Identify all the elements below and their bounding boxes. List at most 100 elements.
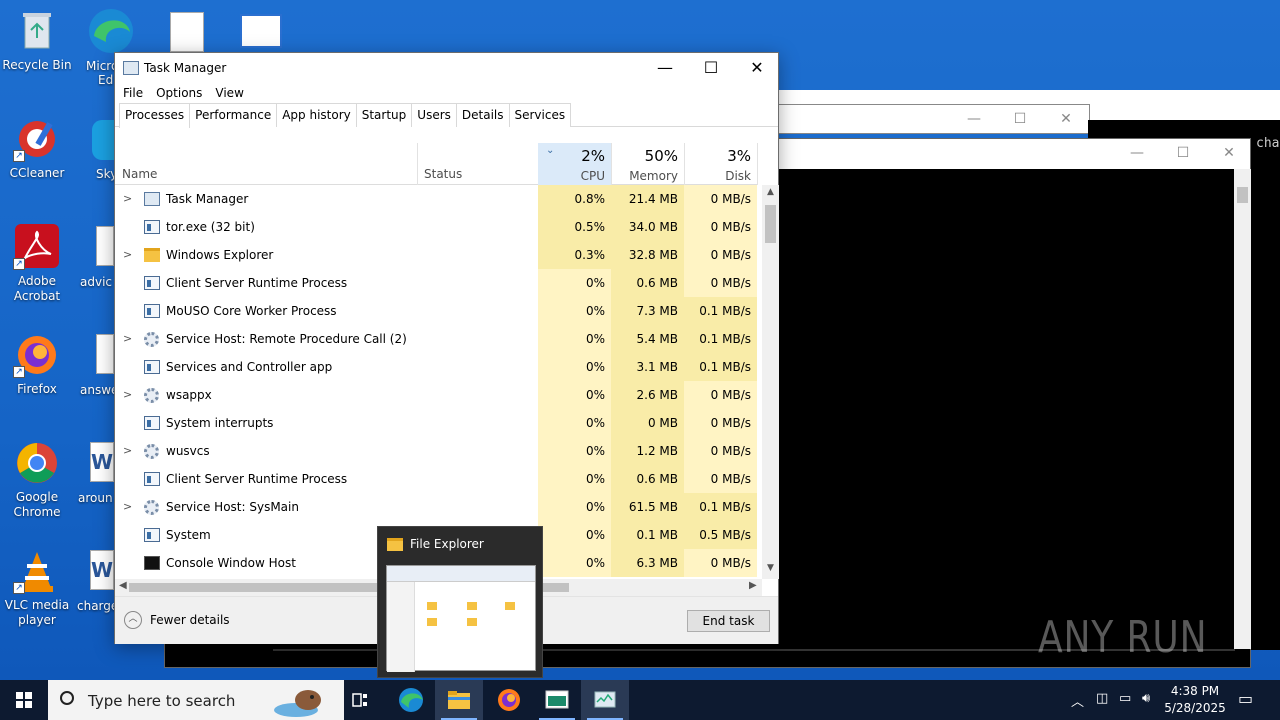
expand-chevron-icon[interactable]: > <box>123 192 132 205</box>
notifications-icon[interactable]: ▭ <box>1238 689 1253 708</box>
console-text: cha <box>1256 136 1280 151</box>
maximize-icon[interactable]: ☐ <box>1160 143 1206 165</box>
taskbar-file-explorer[interactable] <box>435 680 483 720</box>
scroll-right-icon[interactable]: ▶ <box>749 580 757 591</box>
column-header-name[interactable]: Name <box>122 167 157 181</box>
tab-startup[interactable]: Startup <box>355 103 413 127</box>
expand-chevron-icon[interactable]: > <box>123 500 132 513</box>
app-icon <box>144 528 160 542</box>
app-icon <box>144 416 160 430</box>
column-divider[interactable] <box>417 143 418 185</box>
skype-desktop-icon[interactable] <box>92 120 114 160</box>
task-view-icon <box>352 693 367 707</box>
show-hidden-icons-chevron-icon[interactable]: ︿ <box>1071 691 1084 710</box>
start-button[interactable] <box>0 680 48 720</box>
taskbar-search-box[interactable]: Type here to search <box>48 680 344 720</box>
scroll-thumb[interactable] <box>765 205 776 243</box>
console-scrollbar[interactable] <box>1234 169 1251 649</box>
menu-options[interactable]: Options <box>156 83 209 103</box>
table-row[interactable]: > wusvcs 0% 1.2 MB 0 MB/s <box>115 437 757 465</box>
scroll-thumb[interactable] <box>1237 187 1248 203</box>
desktop-icon-vlc[interactable]: ↗ VLC media player <box>1 548 73 628</box>
watermark-text: ANY RUN <box>1038 612 1208 663</box>
word-desktop-icon[interactable]: W <box>90 442 114 482</box>
process-name: Windows Explorer <box>166 248 274 262</box>
taskbar-console-app[interactable] <box>533 680 581 720</box>
table-row[interactable]: > Task Manager 0.8% 21.4 MB 0 MB/s <box>115 185 757 213</box>
tab-processes[interactable]: Processes <box>119 103 191 128</box>
table-row[interactable]: System interrupts 0% 0 MB 0 MB/s <box>115 409 757 437</box>
title-bar[interactable]: Task Manager — ☐ ✕ <box>115 53 778 83</box>
minimize-icon[interactable]: — <box>951 109 997 131</box>
thumbnail-preview[interactable] <box>386 565 536 672</box>
table-row[interactable]: > Windows Explorer 0.3% 32.8 MB 0 MB/s <box>115 241 757 269</box>
column-header-status[interactable]: Status <box>424 167 462 181</box>
desktop-icon-ccleaner[interactable]: ↗ CCleaner <box>1 116 73 181</box>
tab-app-history[interactable]: App history <box>276 103 357 127</box>
process-disk: 0.5 MB/s <box>684 521 757 549</box>
maximize-button[interactable]: ☐ <box>688 53 734 83</box>
desktop-icon-adobe-acrobat[interactable]: ↗ Adobe Acrobat <box>1 224 73 304</box>
file-explorer-thumbnail[interactable]: File Explorer <box>377 526 543 678</box>
table-row[interactable]: > wsappx 0% 2.6 MB 0 MB/s <box>115 381 757 409</box>
minimize-icon[interactable]: — <box>1114 143 1160 165</box>
table-row[interactable]: > Service Host: Remote Procedure Call (2)… <box>115 325 757 353</box>
word-desktop-icon[interactable]: W <box>90 550 114 590</box>
end-task-button[interactable]: End task <box>687 610 770 632</box>
file-desktop-icon[interactable] <box>170 12 204 52</box>
edge-desktop-icon[interactable] <box>86 6 136 56</box>
fewer-details-button[interactable]: ︿ Fewer details <box>124 611 230 629</box>
minimize-button[interactable]: — <box>642 53 688 83</box>
tab-performance[interactable]: Performance <box>189 103 278 127</box>
process-memory: 61.5 MB <box>611 493 684 521</box>
taskbar-firefox[interactable] <box>485 680 533 720</box>
meet-now-icon[interactable]: ◫ <box>1096 691 1108 706</box>
task-view-button[interactable] <box>336 680 384 720</box>
app-icon <box>144 472 160 486</box>
window-desktop-icon[interactable] <box>240 14 282 48</box>
taskbar-task-manager[interactable] <box>581 680 629 720</box>
maximize-icon[interactable]: ☐ <box>997 109 1043 131</box>
vertical-scrollbar[interactable]: ▲ ▼ <box>762 185 779 579</box>
volume-icon[interactable]: 🔊︎ <box>1142 691 1150 706</box>
document-desktop-icon[interactable] <box>96 226 114 266</box>
app-icon <box>144 304 160 318</box>
table-row[interactable]: Services and Controller app 0% 3.1 MB 0.1 M… <box>115 353 757 381</box>
network-icon[interactable]: ▭ <box>1119 691 1131 706</box>
column-header-disk[interactable]: 3% Disk <box>684 143 757 185</box>
desktop-icon-label: VLC media player <box>4 598 70 627</box>
search-icon <box>60 691 74 705</box>
expand-chevron-icon[interactable]: > <box>123 388 132 401</box>
close-button[interactable]: ✕ <box>734 53 780 83</box>
close-icon[interactable]: ✕ <box>1206 143 1252 165</box>
process-disk: 0 MB/s <box>684 241 757 269</box>
column-header-cpu[interactable]: ⌄ 2% CPU <box>538 143 611 185</box>
tab-services[interactable]: Services <box>508 103 572 127</box>
table-row[interactable]: MoUSO Core Worker Process 0% 7.3 MB 0.1 MB/… <box>115 297 757 325</box>
gear-icon <box>144 388 159 403</box>
system-clock[interactable]: 4:38 PM 5/28/2025 <box>1160 683 1230 717</box>
expand-chevron-icon[interactable]: > <box>123 248 132 261</box>
column-divider[interactable] <box>757 143 758 185</box>
table-row[interactable]: Client Server Runtime Process 0% 0.6 MB 0 M… <box>115 269 757 297</box>
document-desktop-icon[interactable] <box>96 334 114 374</box>
menu-view[interactable]: View <box>215 83 250 103</box>
tab-details[interactable]: Details <box>455 103 510 127</box>
expand-chevron-icon[interactable]: > <box>123 332 132 345</box>
table-row[interactable]: Client Server Runtime Process 0% 0.6 MB 0 M… <box>115 465 757 493</box>
expand-chevron-icon[interactable]: > <box>123 444 132 457</box>
table-row[interactable]: tor.exe (32 bit) 0.5% 34.0 MB 0 MB/s <box>115 213 757 241</box>
process-name: Services and Controller app <box>166 360 333 374</box>
desktop-icon-google-chrome[interactable]: Google Chrome <box>1 440 73 520</box>
tab-users[interactable]: Users <box>411 103 457 127</box>
close-icon[interactable]: ✕ <box>1043 109 1089 131</box>
desktop-icon-recycle-bin[interactable]: Recycle Bin <box>1 8 73 73</box>
table-row[interactable]: > Service Host: SysMain 0% 61.5 MB 0.1 MB/s <box>115 493 757 521</box>
column-header-memory[interactable]: 50% Memory <box>611 143 684 185</box>
scroll-down-icon[interactable]: ▼ <box>762 563 779 577</box>
menu-file[interactable]: File <box>123 83 150 103</box>
scroll-left-icon[interactable]: ◀ <box>119 580 127 591</box>
taskbar-edge[interactable] <box>387 680 435 720</box>
desktop-icon-firefox[interactable]: ↗ Firefox <box>1 332 73 397</box>
scroll-up-icon[interactable]: ▲ <box>762 187 779 201</box>
